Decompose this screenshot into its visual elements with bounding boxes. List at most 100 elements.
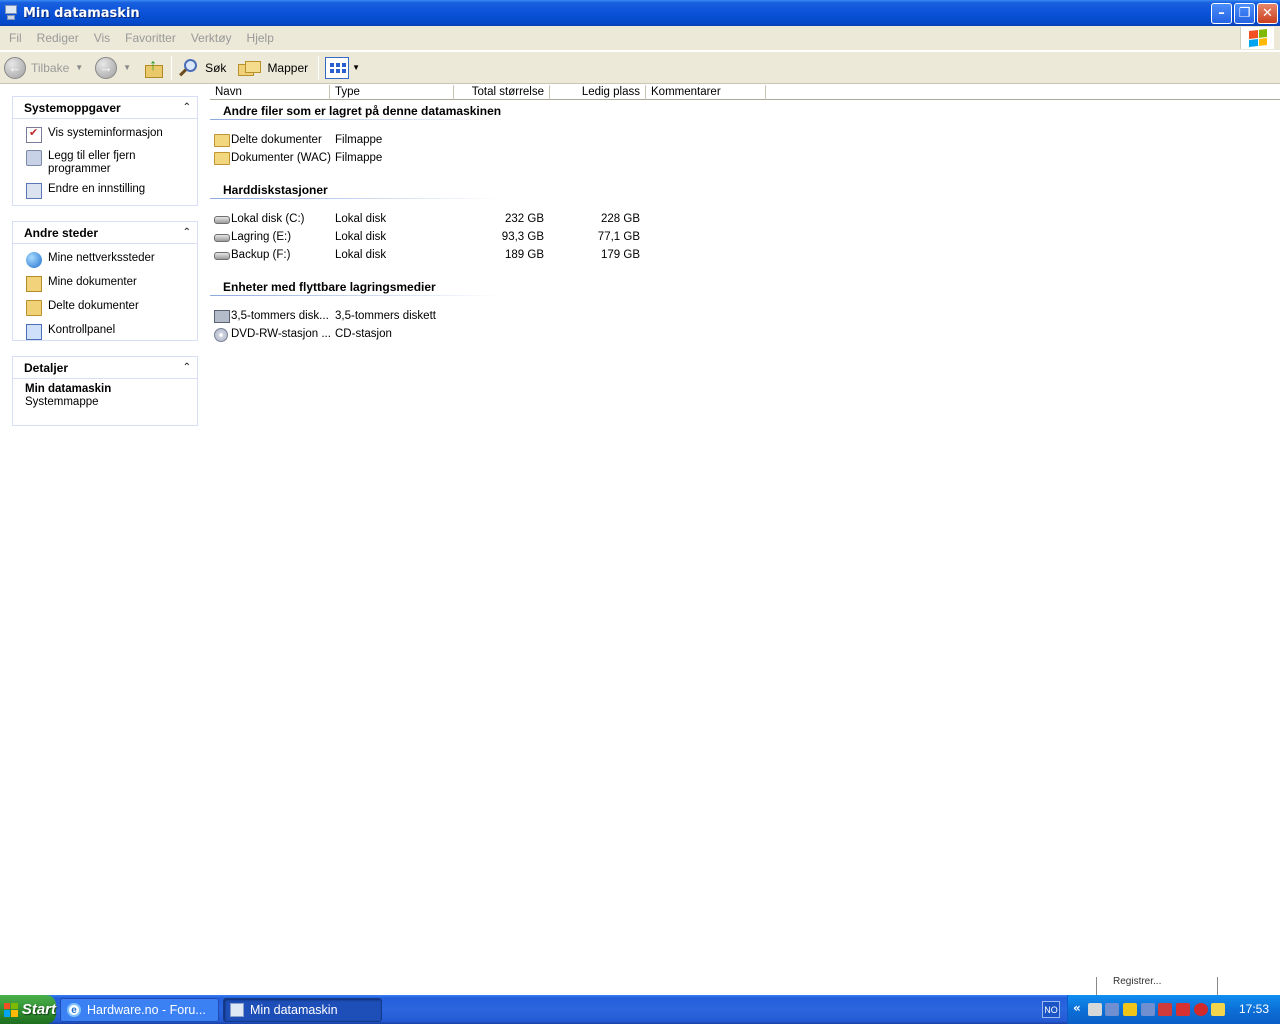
my-computer-icon [230, 1003, 244, 1017]
language-indicator[interactable]: NO [1042, 1001, 1060, 1018]
documents-folder-icon [26, 276, 42, 292]
back-button[interactable]: ← Tilbake ▼ [4, 56, 83, 79]
menu-favorites[interactable]: Favoritter [119, 31, 182, 45]
toolbar-separator [171, 55, 173, 80]
taskbar: Start e Hardware.no - Foru... Min datama… [0, 995, 1280, 1024]
item-name: Delte dokumenter [231, 134, 322, 146]
forward-dropdown-icon[interactable]: ▼ [123, 63, 131, 72]
views-button[interactable]: ▼ [325, 56, 360, 79]
views-dropdown-icon[interactable]: ▼ [352, 63, 360, 72]
task-pane: Systemoppgaver ⌃ Vis systeminformasjon L… [0, 85, 208, 991]
list-item[interactable]: Dokumenter (WAC) Filmappe [213, 150, 653, 168]
menu-help[interactable]: Hjelp [241, 31, 280, 45]
list-item[interactable]: Backup (F:) Lokal disk 189 GB 179 GB [213, 247, 653, 265]
item-type: Lokal disk [335, 231, 387, 243]
panel-header[interactable]: Detaljer ⌃ [13, 357, 197, 379]
task-label: Hardware.no - Foru... [87, 1003, 206, 1017]
add-remove-programs-icon [26, 150, 42, 166]
item-total-size: 189 GB [505, 249, 544, 261]
view-system-info-link[interactable]: Vis systeminformasjon [13, 125, 197, 145]
title-bar[interactable]: Min datamaskin – ❐ ✕ [0, 0, 1280, 26]
forward-arrow-icon: → [95, 56, 118, 79]
item-type: Filmappe [335, 134, 383, 146]
change-setting-link[interactable]: Endre en innstilling [13, 181, 197, 201]
list-item[interactable]: DVD-RW-stasjon ... CD-stasjon [213, 326, 653, 344]
link-label: Mine nettverkssteder [48, 252, 155, 264]
item-name: Lagring (E:) [231, 231, 292, 243]
folder-icon [214, 152, 230, 165]
column-total-size-header[interactable]: Total størrelse [454, 85, 550, 100]
clock[interactable]: 17:53 [1239, 1002, 1269, 1016]
collapse-icon[interactable]: ⌃ [183, 362, 191, 373]
network-icon[interactable] [1105, 1003, 1119, 1016]
panel-header[interactable]: Systemoppgaver ⌃ [13, 97, 197, 119]
window-title: Min datamaskin [23, 5, 140, 21]
security-shield-icon[interactable] [1123, 1003, 1137, 1016]
folder-icon [214, 134, 230, 147]
close-button[interactable]: ✕ [1257, 3, 1278, 24]
network-places-link[interactable]: Mine nettverkssteder [13, 250, 197, 270]
up-folder-icon: ↑ [143, 57, 165, 79]
shared-documents-link[interactable]: Delte dokumenter [13, 298, 197, 318]
toolbar-separator [318, 55, 320, 80]
hard-disk-icon [214, 216, 230, 224]
panel-header[interactable]: Andre steder ⌃ [13, 222, 197, 244]
menu-tools[interactable]: Verktøy [185, 31, 238, 45]
network-connection-icon[interactable] [1141, 1003, 1155, 1016]
link-label: Delte dokumenter [48, 300, 139, 312]
antivirus-icon[interactable] [1194, 1003, 1208, 1016]
ati-icon[interactable] [1176, 1003, 1190, 1016]
column-type-header[interactable]: Type [330, 85, 454, 100]
link-label: Kontrollpanel [48, 324, 116, 336]
forward-button[interactable]: → ▼ [95, 56, 131, 79]
item-type: Lokal disk [335, 213, 387, 225]
column-name-header[interactable]: Navn [210, 85, 330, 100]
taskbar-button-browser[interactable]: e Hardware.no - Foru... [60, 998, 219, 1022]
my-documents-link[interactable]: Mine dokumenter [13, 274, 197, 294]
menu-view[interactable]: Vis [88, 31, 116, 45]
start-label: Start [21, 1001, 56, 1018]
notification-popup-fragment[interactable]: Registrer... [1096, 977, 1218, 995]
collapse-icon[interactable]: ⌃ [183, 227, 191, 238]
collapse-icon[interactable]: ⌃ [183, 102, 191, 113]
task-label: Min datamaskin [250, 1003, 338, 1017]
menu-edit[interactable]: Rediger [31, 31, 85, 45]
back-dropdown-icon[interactable]: ▼ [75, 63, 83, 72]
camera-icon[interactable] [1088, 1003, 1102, 1016]
link-label: Legg til eller fjern programmer [48, 150, 136, 175]
tray-expand-icon[interactable]: « [1073, 1001, 1081, 1015]
item-name: Backup (F:) [231, 249, 291, 261]
internet-explorer-icon: e [67, 1003, 81, 1017]
details-name: Min datamaskin [25, 383, 112, 395]
item-free-space: 77,1 GB [597, 231, 640, 243]
item-name: DVD-RW-stasjon ... [231, 328, 331, 340]
display-icon[interactable] [1211, 1003, 1225, 1016]
network-globe-icon [26, 252, 42, 268]
start-button[interactable]: Start [0, 995, 56, 1024]
details-panel: Detaljer ⌃ Min datamaskin Systemmappe [12, 356, 198, 426]
network-disconnected-icon[interactable] [1158, 1003, 1172, 1016]
taskbar-button-my-computer[interactable]: Min datamaskin [223, 998, 382, 1022]
minimize-button[interactable]: – [1211, 3, 1232, 24]
add-remove-programs-link[interactable]: Legg til eller fjern programmer [13, 148, 197, 178]
item-type: 3,5-tommers diskett [335, 310, 436, 322]
views-icon [325, 56, 350, 79]
control-panel-link[interactable]: Kontrollpanel [13, 322, 197, 342]
menu-file[interactable]: Fil [3, 31, 28, 45]
list-item[interactable]: Delte dokumenter Filmappe [213, 132, 653, 150]
group-divider [210, 198, 500, 199]
item-type: Lokal disk [335, 249, 387, 261]
up-folder-button[interactable]: ↑ [143, 57, 165, 79]
maximize-button[interactable]: ❐ [1234, 3, 1255, 24]
column-free-space-header[interactable]: Ledig plass [550, 85, 646, 100]
list-item[interactable]: 3,5-tommers disk... 3,5-tommers diskett [213, 308, 653, 326]
list-item[interactable]: Lokal disk (C:) Lokal disk 232 GB 228 GB [213, 211, 653, 229]
list-item[interactable]: Lagring (E:) Lokal disk 93,3 GB 77,1 GB [213, 229, 653, 247]
column-comments-header[interactable]: Kommentarer [646, 85, 766, 100]
control-panel-icon [26, 324, 42, 340]
search-button[interactable]: Søk [178, 57, 226, 79]
system-tray: « 17:53 [1067, 995, 1280, 1024]
panel-title: Detaljer [24, 360, 69, 375]
item-name: Lokal disk (C:) [231, 213, 305, 225]
folders-button[interactable]: Mapper [238, 58, 308, 78]
